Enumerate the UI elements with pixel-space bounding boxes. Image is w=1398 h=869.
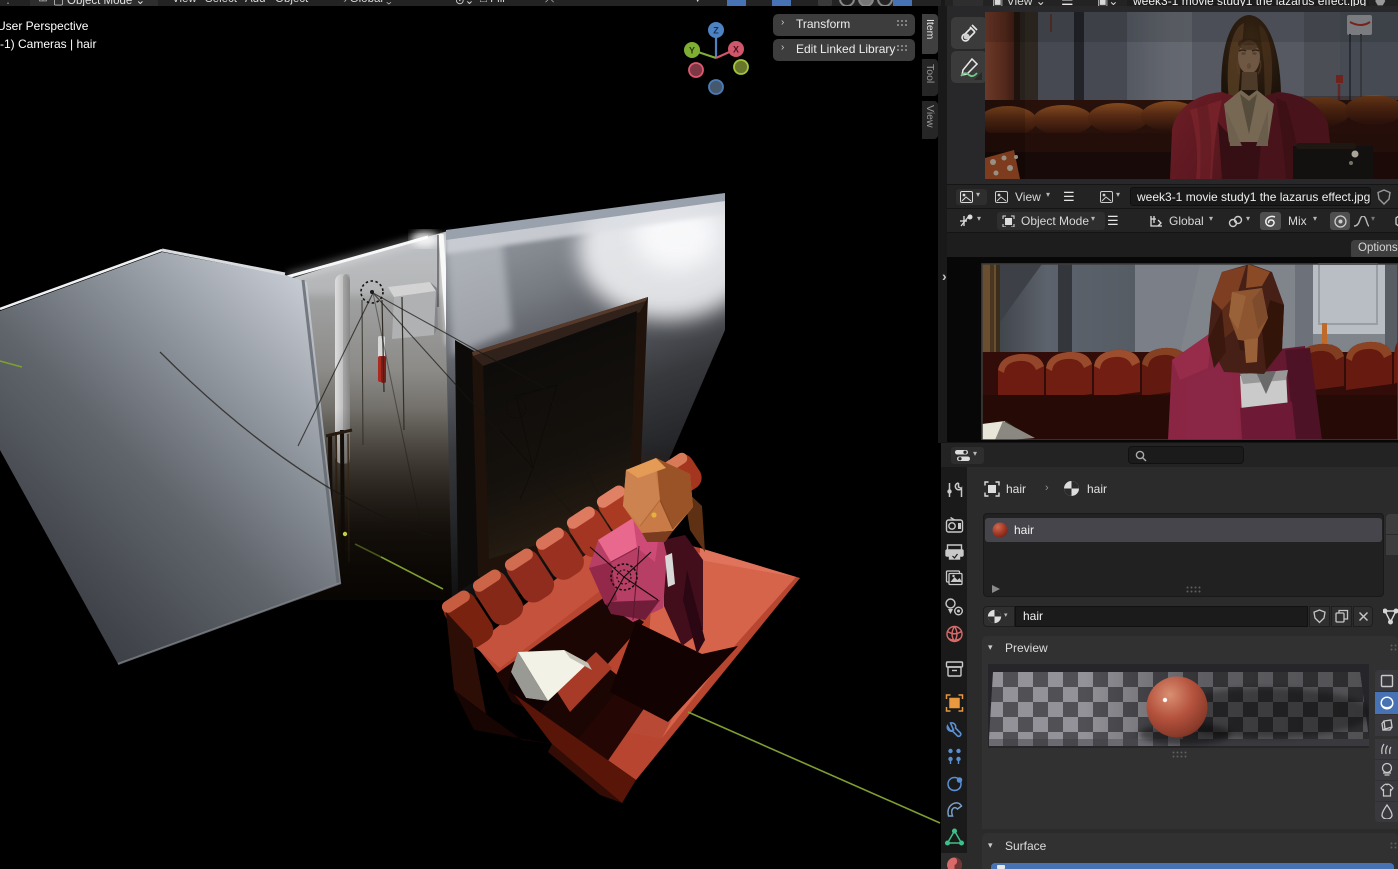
svg-text:X: X [733,45,739,55]
svg-text:Y: Y [689,46,695,56]
svg-text:Z: Z [713,26,719,36]
